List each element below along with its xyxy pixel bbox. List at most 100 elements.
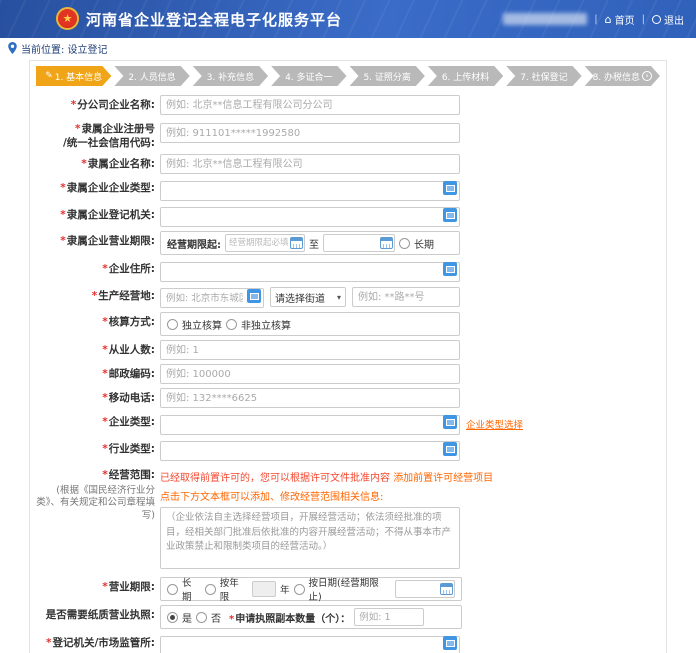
picker-icon[interactable]	[443, 636, 457, 650]
logout-link[interactable]: 退出	[652, 12, 684, 27]
company-type-label: 企业类型:	[109, 416, 155, 428]
field-business-scope: *经营范围: (根据《国民经济行业分类》、有关规定和公司章程填写) 已经取得前置…	[34, 465, 662, 573]
parent-name-label: 隶属企业名称:	[88, 158, 155, 170]
term-years-input[interactable]	[252, 581, 276, 597]
business-place-label: 生产经营地:	[98, 290, 155, 302]
field-address: *企业住所:	[34, 259, 662, 282]
term-long-label: 长期	[182, 575, 201, 603]
picker-icon[interactable]	[443, 262, 457, 276]
field-parent-type: *隶属企业企业类型:	[34, 178, 662, 201]
business-term-label: 营业期限:	[109, 581, 155, 593]
picker-icon[interactable]	[443, 181, 457, 195]
business-place-road-input[interactable]	[352, 287, 460, 307]
required-asterisk: *	[92, 290, 98, 302]
field-business-place: *生产经营地: 请选择街道▾	[34, 286, 662, 309]
breadcrumb: 当前位置: 设立登记	[0, 38, 696, 58]
reg-authority-input[interactable]	[160, 636, 460, 653]
parent-long-term-label: 长期	[414, 236, 434, 251]
chevron-down-icon: ▾	[337, 293, 341, 302]
required-asterisk: *	[102, 581, 108, 593]
parent-name-input[interactable]	[160, 154, 460, 174]
tab-personnel-info[interactable]: 2. 人员信息	[114, 66, 189, 86]
term-to-label: 至	[309, 236, 319, 251]
accounting-group: 独立核算 非独立核算	[160, 312, 460, 336]
step-label: 2. 人员信息	[128, 70, 175, 83]
header-nav: | ⌂首页 | 退出	[503, 12, 684, 27]
required-asterisk: *	[102, 344, 108, 356]
tab-tax-info[interactable]: 8. 办税信息›	[585, 66, 660, 86]
picker-icon[interactable]	[247, 289, 261, 303]
step-wizard: ✎1. 基本信息 2. 人员信息 3. 补充信息 4. 多证合一 5. 证照分离…	[36, 66, 660, 86]
field-parent-reg-authority: *隶属企业登记机关:	[34, 205, 662, 228]
tab-multi-cert[interactable]: 4. 多证合一	[271, 66, 346, 86]
field-employees: *从业人数:	[34, 340, 662, 360]
company-type-select-link[interactable]: 企业类型选择	[466, 417, 523, 431]
calendar-icon[interactable]	[290, 237, 303, 249]
parent-code-label: 隶属企业注册号	[82, 123, 156, 135]
tab-basic-info[interactable]: ✎1. 基本信息	[36, 66, 111, 86]
field-accounting: *核算方式: 独立核算 非独立核算	[34, 312, 662, 336]
employees-label: 从业人数:	[109, 344, 155, 356]
radio-independent-accounting[interactable]	[167, 319, 178, 330]
employees-input[interactable]	[160, 340, 460, 360]
page-title: 河南省企业登记全程电子化服务平台	[86, 9, 342, 30]
field-parent-name: *隶属企业名称:	[34, 154, 662, 174]
tab-social-security[interactable]: 7. 社保登记	[506, 66, 581, 86]
calendar-icon[interactable]	[380, 237, 393, 249]
company-type-input[interactable]	[160, 415, 460, 435]
required-asterisk: *	[102, 443, 108, 455]
paper-license-label: 是否需要纸质营业执照:	[46, 609, 155, 621]
parent-code-input[interactable]	[160, 123, 460, 143]
term-start-label: 经营期限起:	[167, 236, 221, 251]
business-scope-note: (根据《国民经济行业分类》、有关规定和公司章程填写)	[34, 485, 155, 522]
address-label: 企业住所:	[109, 263, 155, 275]
parent-term-label: 隶属企业营业期限:	[67, 235, 155, 247]
home-link[interactable]: ⌂首页	[605, 12, 635, 27]
parent-type-input[interactable]	[160, 181, 460, 201]
step-label: 7. 社保登记	[520, 70, 567, 83]
required-asterisk: *	[102, 316, 108, 328]
radio-term-date[interactable]	[294, 584, 305, 595]
branch-name-label: 分公司企业名称:	[77, 99, 155, 111]
mobile-input[interactable]	[160, 388, 460, 408]
required-asterisk: *	[102, 416, 108, 428]
postcode-input[interactable]	[160, 364, 460, 384]
tab-cert-separation[interactable]: 5. 证照分离	[350, 66, 425, 86]
required-asterisk: *	[81, 158, 87, 170]
tab-upload-materials[interactable]: 6. 上传材料	[428, 66, 503, 86]
required-asterisk: *	[102, 469, 108, 481]
step-label: 3. 补充信息	[207, 70, 254, 83]
industry-type-input[interactable]	[160, 441, 460, 461]
radio-paper-no[interactable]	[196, 612, 207, 623]
required-asterisk: *	[102, 368, 108, 380]
radio-paper-yes[interactable]	[167, 612, 178, 623]
step-label: 5. 证照分离	[363, 70, 410, 83]
year-unit-label: 年	[280, 582, 290, 596]
branch-name-input[interactable]	[160, 95, 460, 115]
street-select[interactable]: 请选择街道▾	[270, 287, 346, 307]
required-asterisk: *	[102, 392, 108, 404]
reg-authority-label: 登记机关/市场监管所:	[52, 637, 155, 649]
radio-parent-long-term[interactable]	[399, 238, 410, 249]
term-date-label: 按日期(经营期限止)	[309, 575, 391, 603]
calendar-icon[interactable]	[440, 583, 453, 595]
radio-term-years[interactable]	[205, 584, 216, 595]
required-asterisk: *	[102, 263, 108, 275]
radio-term-long[interactable]	[167, 584, 178, 595]
step-label: 8. 办税信息	[593, 70, 640, 83]
picker-icon[interactable]	[443, 208, 457, 222]
picker-icon[interactable]	[443, 442, 457, 456]
nav-separator: |	[594, 14, 597, 25]
radio-non-independent-accounting[interactable]	[226, 319, 237, 330]
add-licensed-items-link[interactable]: 添加前置许可经营项目	[393, 473, 493, 484]
logout-label: 退出	[664, 12, 684, 27]
business-scope-textarea[interactable]	[160, 507, 460, 569]
step-label: 1. 基本信息	[55, 70, 102, 83]
copies-input[interactable]	[354, 608, 424, 626]
home-label: 首页	[615, 12, 635, 27]
picker-icon[interactable]	[443, 415, 457, 429]
address-input[interactable]	[160, 262, 460, 282]
parent-reg-authority-input[interactable]	[160, 207, 460, 227]
tab-supplementary-info[interactable]: 3. 补充信息	[193, 66, 268, 86]
form-container: ✎1. 基本信息 2. 人员信息 3. 补充信息 4. 多证合一 5. 证照分离…	[29, 60, 667, 653]
